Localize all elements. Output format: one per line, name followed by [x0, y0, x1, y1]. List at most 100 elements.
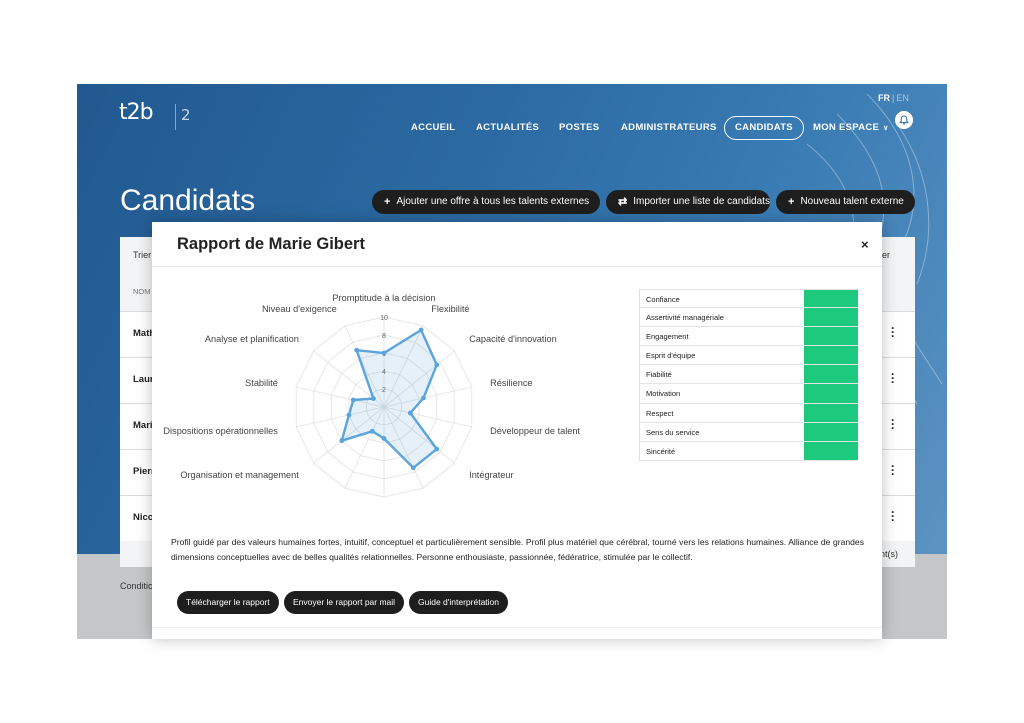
more-options-icon[interactable]: · · ·	[890, 460, 896, 480]
swap-icon: ⇄	[618, 196, 628, 208]
profile-description: Profil guidé par des valeurs humaines fo…	[171, 537, 864, 562]
nav-accueil[interactable]: ACCUEIL	[411, 116, 455, 140]
radar-data-point	[381, 436, 387, 441]
trait-indicator	[804, 441, 858, 460]
more-options-icon[interactable]: · · ·	[890, 322, 896, 342]
radar-data-point	[421, 395, 426, 401]
trait-label: Assertivité managériale	[646, 313, 724, 323]
lang-fr[interactable]: FR	[878, 93, 890, 103]
radar-data-point	[418, 327, 424, 333]
radar-axis-label: Niveau d'exigence	[262, 304, 337, 314]
trait-label: Fiabilité	[646, 370, 672, 380]
lang-en[interactable]: EN	[896, 93, 909, 103]
sort-label[interactable]: Trier	[133, 250, 151, 260]
nav-postes[interactable]: POSTES	[559, 116, 599, 140]
import-candidates-button[interactable]: ⇄ Importer une liste de candidats	[606, 190, 770, 214]
radar-axis-label: Résilience	[490, 378, 532, 388]
trait-indicator	[804, 384, 858, 403]
column-header-name[interactable]: NOM	[133, 287, 151, 296]
radar-data-point	[434, 362, 440, 368]
radar-axis-label: Développeur de talent	[490, 426, 580, 436]
page-title: Candidats	[120, 184, 256, 217]
nav-mon-espace-label: MON ESPACE	[813, 122, 880, 133]
radar-axis-label: Promptitude à la décision	[332, 293, 435, 303]
trait-indicator	[804, 365, 858, 384]
trait-label: Esprit d'équipe	[646, 351, 696, 361]
trait-indicator	[804, 422, 858, 441]
radar-axis-label: Intégrateur	[469, 470, 513, 480]
radar-data-point	[381, 350, 387, 356]
trait-indicator	[804, 308, 858, 327]
trait-indicator	[804, 327, 858, 346]
new-external-talent-button[interactable]: + Nouveau talent externe	[776, 190, 915, 214]
trait-label: Confiance	[646, 295, 680, 304]
radar-data-point	[339, 438, 345, 444]
radar-axis-label: Analyse et planification	[205, 334, 299, 344]
radar-axis-label: Organisation et management	[180, 470, 299, 480]
interpretation-guide-button[interactable]: Guide d'interprétation	[409, 591, 509, 614]
import-candidates-label: Importer une liste de candidats	[633, 196, 770, 207]
trait-row: Motivation	[640, 384, 858, 404]
radar-scale-tick: 8	[382, 333, 386, 340]
radar-axis-label: Capacité d'innovation	[469, 334, 557, 344]
trait-label: Sens du service	[646, 427, 700, 437]
secondary-logo: 2	[181, 106, 191, 124]
report-modal: Rapport de Marie Gibert × 246810Promptit…	[152, 222, 882, 639]
trait-row: Esprit d'équipe	[640, 346, 858, 366]
bell-icon[interactable]	[895, 111, 913, 129]
send-report-email-button[interactable]: Envoyer le rapport par mail	[284, 591, 405, 614]
trait-row: Sincérité	[640, 441, 858, 461]
trait-row: Engagement	[640, 327, 858, 347]
nav-candidats[interactable]: CANDIDATS	[724, 116, 804, 140]
radar-scale-tick: 10	[380, 315, 388, 322]
new-external-talent-label: Nouveau talent externe	[800, 196, 904, 207]
candidate-name[interactable]: Nico	[133, 512, 154, 523]
footer-conditions-link[interactable]: Conditic	[120, 581, 153, 591]
radar-data-point	[410, 465, 416, 471]
plus-icon: +	[384, 196, 391, 208]
radar-data-point	[407, 410, 413, 416]
candidate-name[interactable]: Laur	[133, 374, 154, 385]
radar-data-point	[346, 412, 352, 418]
more-options-icon[interactable]: · · ·	[890, 368, 896, 388]
sort-right-label[interactable]: er	[882, 250, 890, 260]
modal-footer-divider	[152, 627, 882, 628]
more-options-icon[interactable]: · · ·	[890, 414, 896, 434]
logo[interactable]: t2b	[119, 100, 154, 125]
add-offer-all-external-button[interactable]: + Ajouter une offre à tous les talents ex…	[372, 190, 600, 214]
language-switch: FR | EN	[878, 93, 909, 103]
trait-label: Engagement	[646, 332, 689, 342]
trait-label: Respect	[646, 408, 674, 418]
radar-axis-label: Dispositions opérationnelles	[163, 426, 278, 436]
nav-administrateurs[interactable]: ADMINISTRATEURS	[621, 116, 717, 140]
more-options-icon[interactable]: · · ·	[890, 506, 896, 526]
radar-data-point	[350, 397, 356, 403]
trait-label: Sincérité	[646, 446, 676, 456]
close-icon[interactable]: ×	[861, 237, 869, 252]
bell-glyph	[899, 115, 909, 125]
trait-indicator	[804, 403, 858, 422]
download-report-button[interactable]: Télécharger le rapport	[177, 591, 279, 614]
candidate-name[interactable]: Mari	[133, 420, 153, 431]
table-footer-count: nt(s)	[880, 549, 898, 559]
logo-divider	[175, 104, 176, 130]
trait-row: Assertivité managériale	[640, 308, 858, 328]
nav-mon-espace[interactable]: MON ESPACE ∨	[813, 116, 889, 140]
radar-axis-label: Flexibilité	[431, 304, 469, 314]
trait-indicator	[804, 346, 858, 365]
radar-data-point	[369, 428, 375, 434]
radar-axis-label: Stabilité	[245, 378, 278, 388]
chevron-down-icon: ∨	[883, 125, 889, 132]
trait-label: Motivation	[646, 389, 681, 399]
plus-icon: +	[788, 196, 795, 208]
add-offer-label: Ajouter une offre à tous les talents ext…	[396, 196, 590, 207]
radar-chart: 246810Promptitude à la décisionFlexibili…	[163, 293, 581, 498]
trait-row: Sens du service	[640, 422, 858, 442]
traits-table: Confiance Assertivité managériale Engageme…	[639, 289, 858, 461]
modal-divider	[152, 266, 882, 267]
trait-row: Fiabilité	[640, 365, 858, 385]
nav-actualites[interactable]: ACTUALITÉS	[476, 116, 539, 140]
trait-indicator	[804, 290, 858, 308]
trait-row: Confiance	[640, 289, 858, 309]
lang-separator: |	[892, 93, 895, 103]
